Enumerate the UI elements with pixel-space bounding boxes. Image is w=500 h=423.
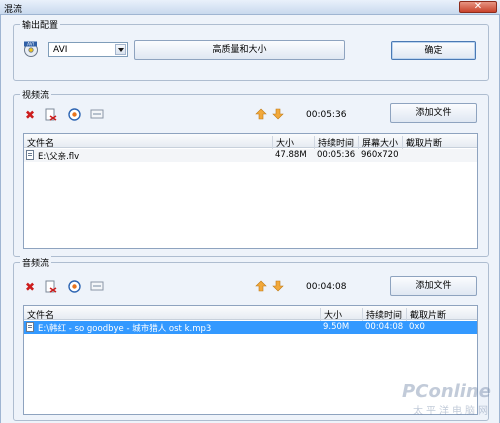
column-header[interactable]: 大小	[272, 136, 314, 150]
audio-total-duration: 00:04:08	[306, 282, 347, 292]
column-header[interactable]: 持续时间	[362, 308, 406, 322]
file-icon	[26, 322, 34, 332]
file-duration: 00:05:36	[317, 150, 356, 160]
main-window: 输出配置 AVI AVI 高质量和大小 确定 视频流 ✖ 00:05:36 添加…	[0, 15, 500, 423]
column-header[interactable]: 大小	[320, 308, 362, 322]
video-file-table[interactable]: 文件名 大小 持续时间 屏幕大小 截取片断 E:\父亲.flv 47.88M 0…	[23, 133, 478, 249]
arrow-down-icon[interactable]	[271, 280, 285, 294]
column-header[interactable]: 屏幕大小	[358, 136, 402, 150]
column-header[interactable]: 文件名	[24, 136, 272, 150]
file-name: E:\父亲.flv	[38, 152, 80, 162]
preview-icon[interactable]	[67, 108, 81, 122]
column-header[interactable]: 截取片断	[402, 136, 477, 150]
file-name: E:\韩红 - so goodbye - 城市猎人 ost k.mp3	[38, 324, 212, 334]
quality-size-button[interactable]: 高质量和大小	[134, 40, 345, 60]
arrow-up-icon[interactable]	[254, 280, 268, 294]
audio-add-file-button[interactable]: 添加文件	[390, 276, 477, 296]
ok-button[interactable]: 确定	[391, 41, 476, 60]
video-table-header: 文件名 大小 持续时间 屏幕大小 截取片断	[24, 134, 477, 150]
window-title: 混流	[4, 5, 23, 15]
clear-icon[interactable]	[44, 108, 58, 122]
watermark-brand: PConline	[402, 381, 491, 402]
preview-icon[interactable]	[67, 280, 81, 294]
file-icon	[26, 150, 34, 160]
file-clip: 0x0	[409, 322, 425, 332]
audio-stream-label: 音频流	[20, 256, 52, 269]
video-stream-label: 视频流	[20, 88, 52, 101]
video-add-file-button[interactable]: 添加文件	[390, 103, 477, 123]
delete-icon[interactable]: ✖	[23, 108, 37, 122]
settings-icon[interactable]	[90, 108, 104, 122]
settings-icon[interactable]	[90, 280, 104, 294]
file-screen-size: 960x720	[361, 150, 399, 160]
svg-text:AVI: AVI	[27, 42, 34, 47]
audio-table-header: 文件名 大小 持续时间 截取片断	[24, 306, 477, 322]
column-header[interactable]: 文件名	[24, 308, 320, 322]
table-row[interactable]: E:\韩红 - so goodbye - 城市猎人 ost k.mp3 9.50…	[24, 321, 477, 334]
arrow-up-icon[interactable]	[254, 108, 268, 122]
file-size: 9.50M	[323, 322, 350, 332]
watermark-sub: 太平洋电脑网	[413, 406, 491, 417]
output-config-label: 输出配置	[20, 18, 61, 31]
delete-icon[interactable]: ✖	[23, 280, 37, 294]
arrow-down-icon[interactable]	[271, 108, 285, 122]
format-select-value: AVI	[53, 45, 68, 55]
video-total-duration: 00:05:36	[306, 110, 347, 120]
format-icon: AVI	[23, 41, 39, 57]
file-size: 47.88M	[275, 150, 307, 160]
file-duration: 00:04:08	[365, 322, 404, 332]
watermark-logo: PConline 太平洋电脑网	[402, 381, 491, 417]
close-button[interactable]: ✕	[459, 1, 497, 13]
chevron-down-icon[interactable]	[115, 44, 126, 55]
clear-icon[interactable]	[44, 280, 58, 294]
title-bar: 混流 ✕	[0, 0, 500, 15]
column-header[interactable]: 截取片断	[406, 308, 477, 322]
column-header[interactable]: 持续时间	[314, 136, 358, 150]
format-select[interactable]: AVI	[48, 42, 128, 57]
table-row[interactable]: E:\父亲.flv 47.88M 00:05:36 960x720	[24, 149, 477, 162]
